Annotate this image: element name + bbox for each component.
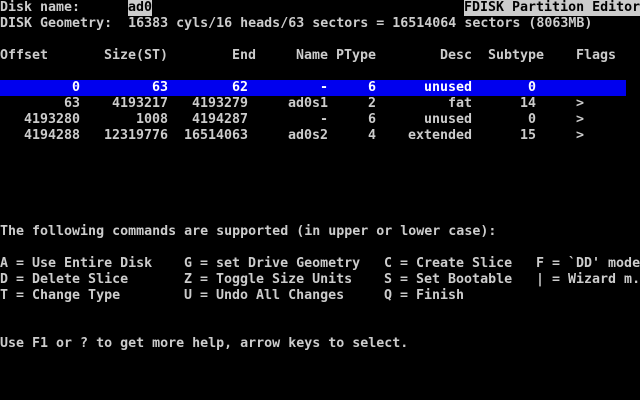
command-item: Z = Toggle Size Units [184,272,353,287]
commands-intro-text: The following commands are supported (in… [0,224,497,239]
cell-size: 63 [151,80,168,95]
command-row: T = Change Type U = Undo All Changes Q =… [0,288,640,304]
cell-desc: extended [407,128,472,143]
help-text: Use F1 or ? to get more help, arrow keys… [0,336,409,351]
cell-desc: unused [423,80,472,95]
command-item: D = Delete Slice [0,272,129,287]
command-item: T = Change Type [0,288,121,303]
command-item: | = Wizard m. [536,272,640,287]
col-header-end: End [232,48,257,63]
cell-size: 1008 [135,112,168,127]
cell-end: 16514063 [183,128,248,143]
col-header-subtype: Subtype [488,48,545,63]
command-item: F = `DD' mode [536,256,640,271]
cell-name: - [319,112,328,127]
page-title: FDISK Partition Editor [464,0,640,16]
command-item: A = Use Entire Disk [0,256,153,271]
cell-desc: fat [447,96,472,111]
cell-end: 62 [231,80,248,95]
cell-end: 4194287 [191,112,248,127]
command-row: A = Use Entire Disk G = set Drive Geomet… [0,256,640,272]
cell-name: ad0s2 [287,128,328,143]
disk-geometry-text: DISK Geometry: 16383 cyls/16 heads/63 se… [0,16,593,31]
cell-ptype: 4 [367,128,376,143]
command-item: C = Create Slice [384,256,513,271]
command-item: G = set Drive Geometry [184,256,361,271]
top-bar: Disk name: ad0 FDISK Partition Editor [0,0,640,16]
cell-subtype: 0 [527,80,536,95]
col-header-flags: Flags [576,48,617,63]
cell-subtype: 15 [519,128,536,143]
command-row: D = Delete Slice Z = Toggle Size Units S… [0,272,640,288]
col-header-ptype: PType [336,48,377,63]
partition-row[interactable]: 0 63 62 - 6 unused 0 [0,80,640,96]
cell-offset: 4193280 [23,112,80,127]
cell-flags: > [576,96,585,111]
partition-row[interactable]: 63 4193217 4193279 ad0s1 2 fat 14 > [0,96,640,112]
cell-ptype: 2 [367,96,376,111]
col-header-desc: Desc [440,48,473,63]
command-item: U = Undo All Changes [184,288,345,303]
disk-name-field: ad0 [128,0,153,16]
cell-subtype: 14 [519,96,536,111]
cell-flags: > [576,112,585,127]
table-header-row: Offset Size(ST) End Name PType Desc Subt… [0,48,640,64]
cell-flags: > [576,128,585,143]
cell-ptype: 6 [367,112,376,127]
cell-subtype: 0 [527,112,536,127]
cell-size: 12319776 [103,128,168,143]
cell-offset: 0 [71,80,80,95]
cell-size: 4193217 [111,96,168,111]
disk-name-label: Disk name: [0,0,81,15]
partition-row[interactable]: 4194288 12319776 16514063 ad0s2 4 extend… [0,128,640,144]
cell-desc: unused [423,112,472,127]
status-line: Use F1 or ? to get more help, arrow keys… [0,336,640,352]
cell-offset: 4194288 [23,128,80,143]
command-item: Q = Finish [384,288,465,303]
partition-row[interactable]: 4193280 1008 4194287 - 6 unused 0 > [0,112,640,128]
commands-intro-row: The following commands are supported (in… [0,224,640,240]
col-header-name: Name [296,48,329,63]
geometry-line: DISK Geometry: 16383 cyls/16 heads/63 se… [0,16,640,32]
cell-name: ad0s1 [287,96,328,111]
command-item: S = Set Bootable [384,272,513,287]
cell-ptype: 6 [367,80,376,95]
col-header-size: Size(ST) [104,48,169,63]
col-header-offset: Offset [0,48,49,63]
cell-name: - [319,80,328,95]
cell-offset: 63 [63,96,80,111]
fdisk-partition-editor-screen: Disk name: ad0 FDISK Partition Editor DI… [0,0,640,400]
cell-end: 4193279 [191,96,248,111]
